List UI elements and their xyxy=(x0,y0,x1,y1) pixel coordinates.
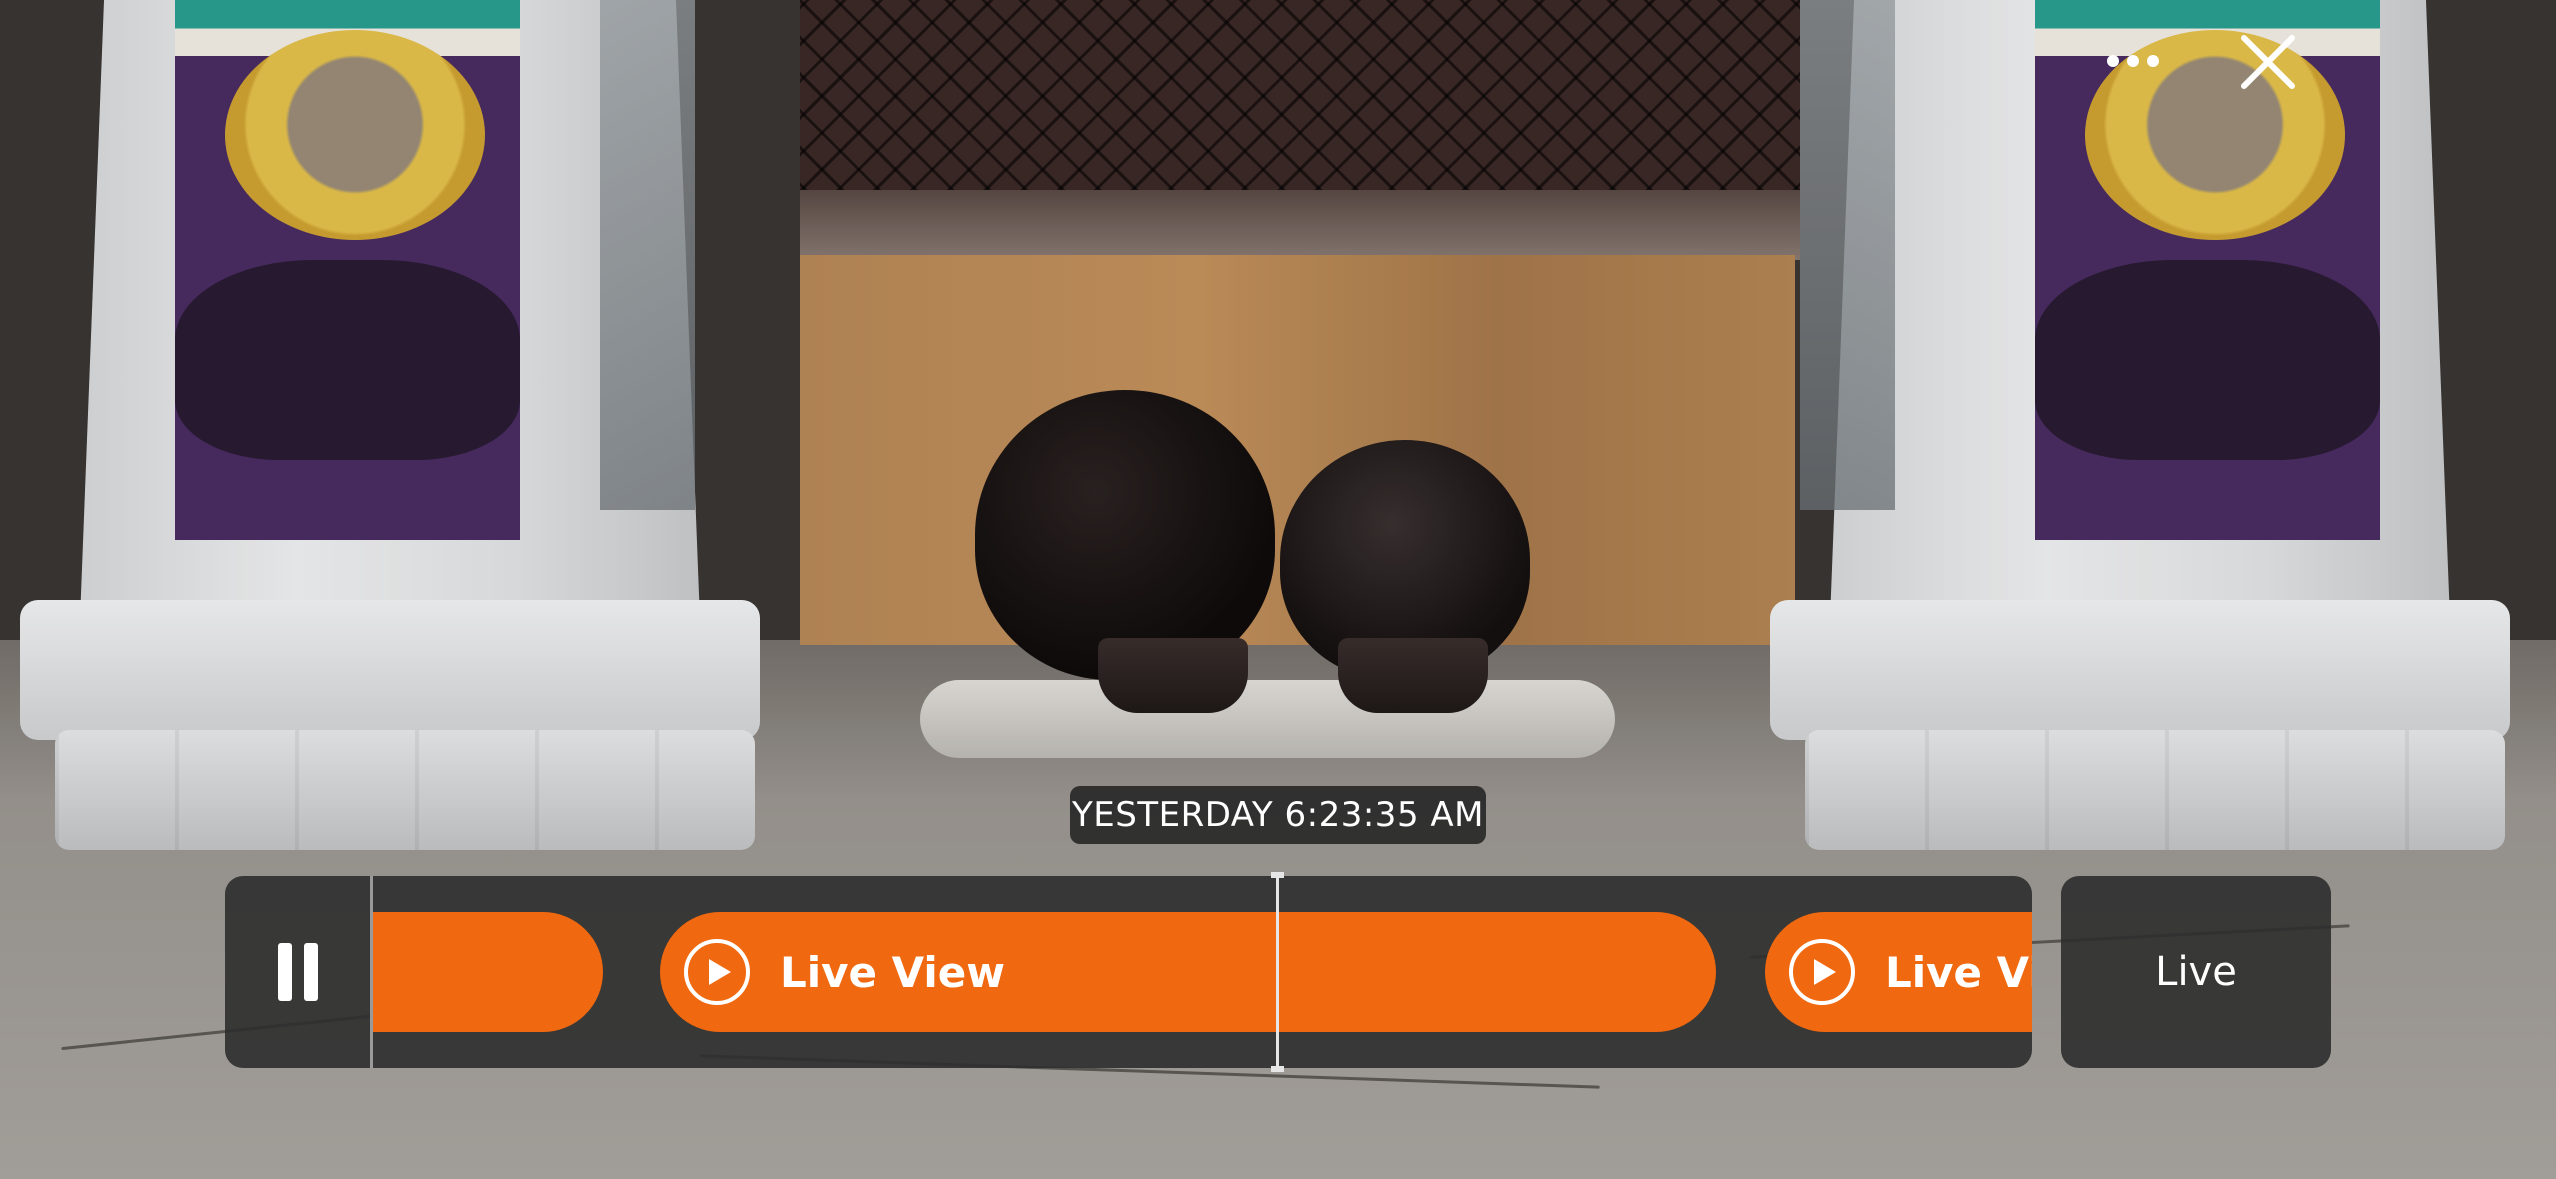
timeline-clip[interactable] xyxy=(373,912,603,1032)
timeline-clip[interactable]: Live Vi xyxy=(1765,912,2032,1032)
pause-button[interactable] xyxy=(225,876,370,1068)
clip-label: Live Vi xyxy=(1885,947,2032,997)
close-button[interactable] xyxy=(2232,28,2304,100)
play-circle-icon xyxy=(1789,939,1855,1005)
timeline-scrubber[interactable]: Live View Live Vi xyxy=(225,876,2032,1068)
timestamp-label: YESTERDAY 6:23:35 AM xyxy=(1070,786,1486,844)
play-circle-icon xyxy=(684,939,750,1005)
live-button[interactable]: Live xyxy=(2061,876,2331,1068)
more-horizontal-icon xyxy=(2105,53,2161,73)
pause-icon xyxy=(272,943,324,1001)
more-options-button[interactable] xyxy=(2098,28,2168,98)
playhead[interactable] xyxy=(1271,872,1284,1072)
close-icon xyxy=(2238,32,2298,96)
timeline-clip[interactable]: Live View xyxy=(660,912,1716,1032)
clip-track[interactable]: Live View Live Vi xyxy=(373,876,2032,1068)
clip-label: Live View xyxy=(780,947,1006,997)
